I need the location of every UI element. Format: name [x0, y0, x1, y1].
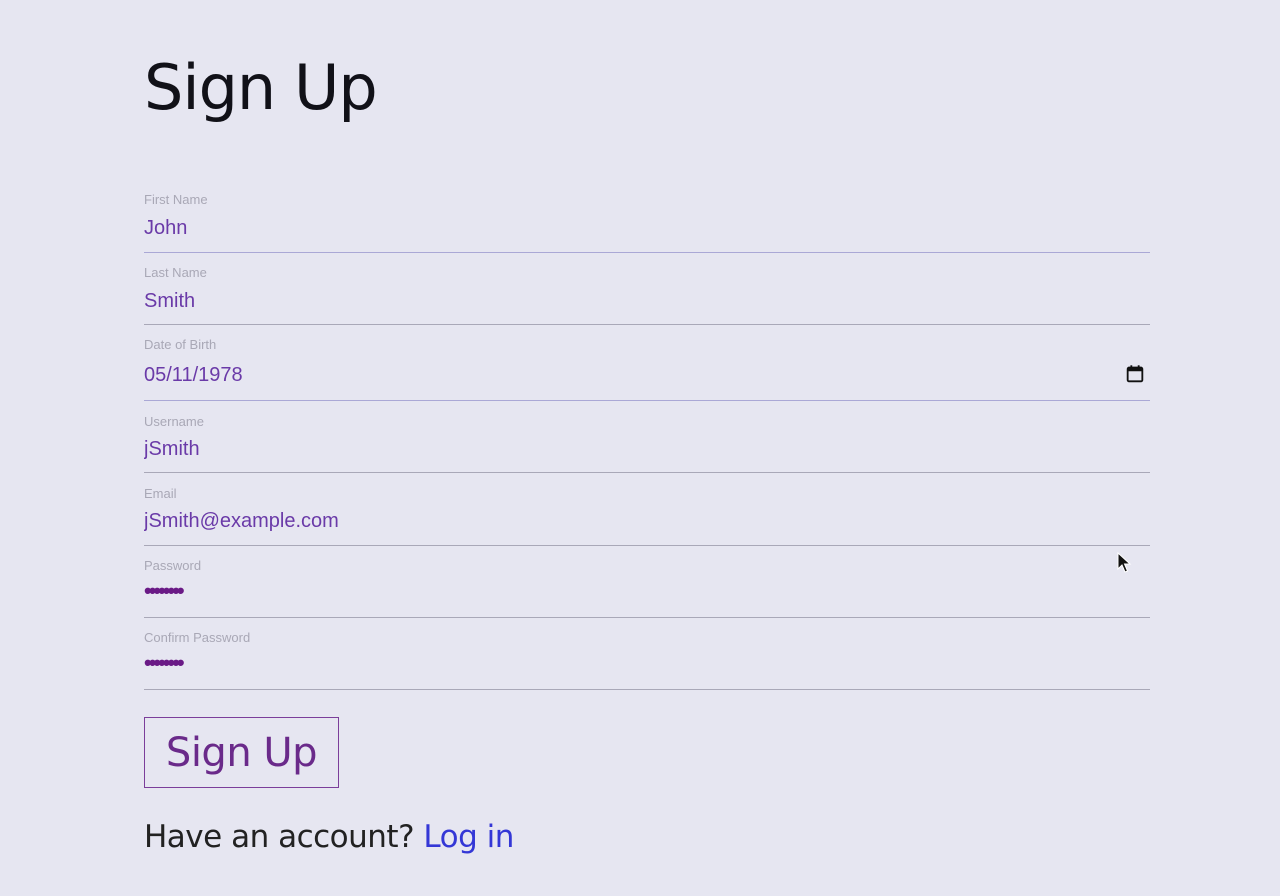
last-name-field: Last Name: [144, 265, 1150, 325]
sign-up-button[interactable]: Sign Up: [144, 717, 339, 788]
last-name-input[interactable]: [144, 288, 1104, 314]
password-field: Password: [144, 558, 1150, 618]
confirm-password-label: Confirm Password: [144, 630, 251, 645]
last-name-label: Last Name: [144, 265, 207, 280]
first-name-label: First Name: [144, 192, 208, 207]
confirm-password-input[interactable]: [144, 650, 1104, 676]
login-prompt: Have an account? Log in: [144, 816, 514, 858]
username-input[interactable]: [144, 436, 1104, 462]
login-prompt-text: Have an account?: [144, 819, 424, 855]
calendar-icon[interactable]: [1124, 363, 1146, 385]
username-field: Username: [144, 414, 1150, 473]
password-input[interactable]: [144, 578, 1104, 604]
confirm-password-field: Confirm Password: [144, 630, 1150, 690]
first-name-field: First Name: [144, 192, 1150, 253]
mouse-pointer-icon: [1117, 551, 1133, 574]
first-name-input[interactable]: [144, 215, 1104, 241]
login-link[interactable]: Log in: [423, 819, 514, 855]
date-of-birth-field: Date of Birth: [144, 337, 1150, 401]
password-label: Password: [144, 558, 202, 573]
email-field: Email: [144, 486, 1150, 546]
date-of-birth-label: Date of Birth: [144, 337, 217, 352]
email-label: Email: [144, 486, 177, 501]
username-label: Username: [144, 414, 204, 429]
page-title: Sign Up: [144, 51, 378, 124]
date-of-birth-input[interactable]: [144, 362, 1104, 388]
email-input[interactable]: [144, 508, 1104, 534]
